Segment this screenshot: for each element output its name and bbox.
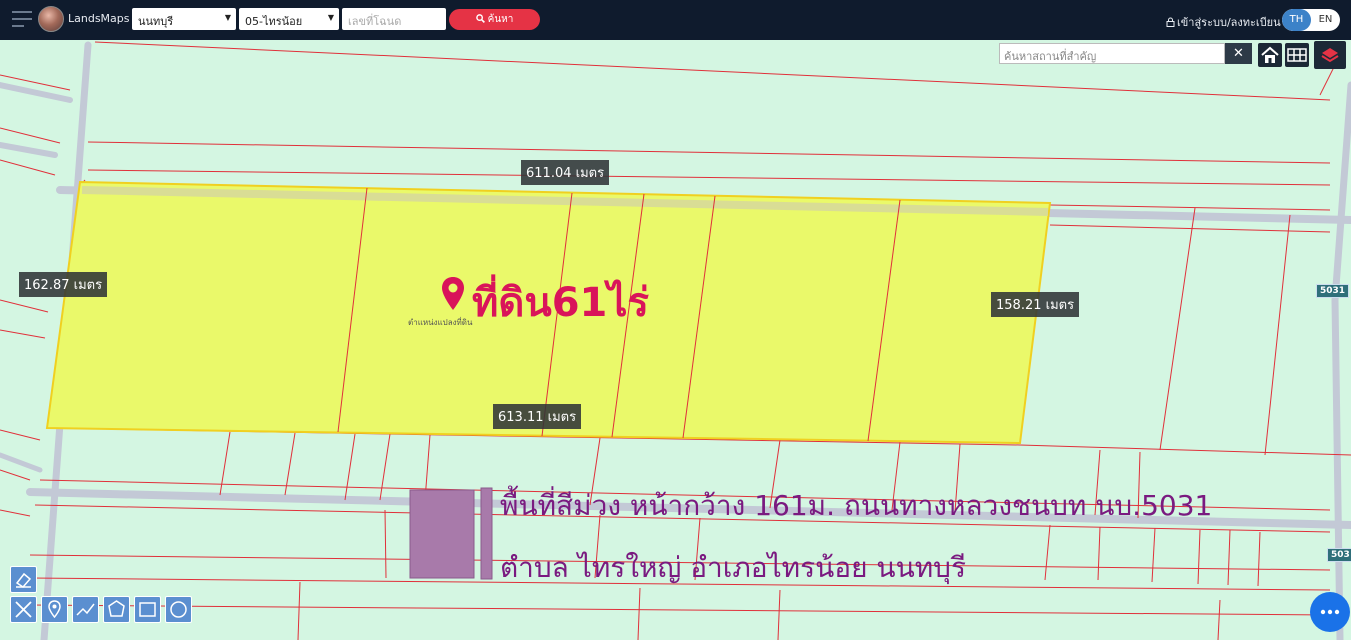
map-pin-icon[interactable] <box>440 276 466 312</box>
more-options-button[interactable] <box>1310 592 1350 632</box>
circle-tool-icon <box>170 601 187 618</box>
home-button[interactable] <box>1258 43 1282 67</box>
road-tag-5031: 5031 <box>1316 284 1350 298</box>
distance-label-top: 611.04 เมตร <box>521 160 610 185</box>
polyline-tool-icon <box>76 603 95 616</box>
grid-icon <box>1287 48 1307 62</box>
search-button-label: ค้นหา <box>487 14 514 25</box>
polygon-tool-button[interactable] <box>103 596 130 623</box>
layers-icon <box>1321 48 1339 63</box>
road-tag-503: 503 <box>1327 548 1351 562</box>
home-icon <box>1261 46 1279 63</box>
distance-label-bottom: 613.11 เมตร <box>493 404 582 429</box>
top-bar: LandsMaps นนทบุรี ▼ 05-ไทรน้อย ▼ เลขที่โ… <box>0 0 1351 40</box>
plot-subtitle: ตำแหน่งแปลงที่ดิน <box>408 318 473 327</box>
lang-th-button[interactable]: TH <box>1282 9 1311 31</box>
place-search-placeholder: ค้นหาสถานที่สำคัญ <box>1004 50 1097 63</box>
language-toggle: TH EN <box>1282 9 1340 31</box>
plot-title: ที่ดิน61ไร่ <box>472 280 649 326</box>
login-label: เข้าสู่ระบบ/ลงทะเบียน <box>1177 16 1281 29</box>
login-link[interactable]: เข้าสู่ระบบ/ลงทะเบียน <box>1166 13 1281 31</box>
search-button[interactable]: ค้นหา <box>449 9 540 30</box>
purple-area-strip <box>480 487 493 580</box>
district-select-value: 05-ไทรน้อย <box>245 15 303 28</box>
polygon-tool-icon <box>108 600 125 617</box>
deed-number-placeholder: เลขที่โฉนด <box>348 15 402 28</box>
province-select-value: นนทบุรี <box>138 15 174 28</box>
eraser-icon <box>15 572 32 588</box>
distance-label-left: 162.87 เมตร <box>19 272 108 297</box>
chevron-down-icon: ▼ <box>327 13 334 22</box>
ruler-icon <box>15 601 32 618</box>
polyline-tool-button[interactable] <box>72 596 99 623</box>
marker-tool-button[interactable] <box>41 596 68 623</box>
marker-tool-icon <box>48 600 61 619</box>
ruler-tool-button[interactable] <box>10 596 37 623</box>
chevron-down-icon: ▼ <box>224 13 231 22</box>
search-icon <box>475 14 485 23</box>
distance-label-right: 158.21 เมตร <box>991 292 1080 317</box>
deed-number-input[interactable]: เลขที่โฉนด <box>342 8 446 30</box>
menu-icon[interactable] <box>12 11 32 27</box>
clear-search-button[interactable]: ✕ <box>1225 43 1252 64</box>
district-select[interactable]: 05-ไทรน้อย ▼ <box>239 8 339 30</box>
grid-button[interactable] <box>1285 43 1309 67</box>
note-line-2: ตำบล ไทรใหญ่ อำเภอไทรน้อย นนทบุรี <box>500 551 966 584</box>
app-logo <box>38 6 64 32</box>
rectangle-tool-button[interactable] <box>134 596 161 623</box>
circle-tool-button[interactable] <box>165 596 192 623</box>
more-icon <box>1320 609 1340 615</box>
eraser-tool-button[interactable] <box>10 566 37 593</box>
lang-en-button[interactable]: EN <box>1311 9 1340 31</box>
layers-button[interactable] <box>1314 41 1346 69</box>
place-search-input[interactable]: ค้นหาสถานที่สำคัญ <box>999 43 1225 64</box>
app-name: LandsMaps <box>68 12 130 25</box>
lock-icon <box>1166 17 1175 27</box>
rectangle-tool-icon <box>139 602 156 617</box>
purple-area <box>409 489 475 579</box>
note-line-1: พื้นที่สีม่วง หน้ากว้าง 161ม. ถนนทางหลวง… <box>500 489 1213 522</box>
province-select[interactable]: นนทบุรี ▼ <box>132 8 236 30</box>
